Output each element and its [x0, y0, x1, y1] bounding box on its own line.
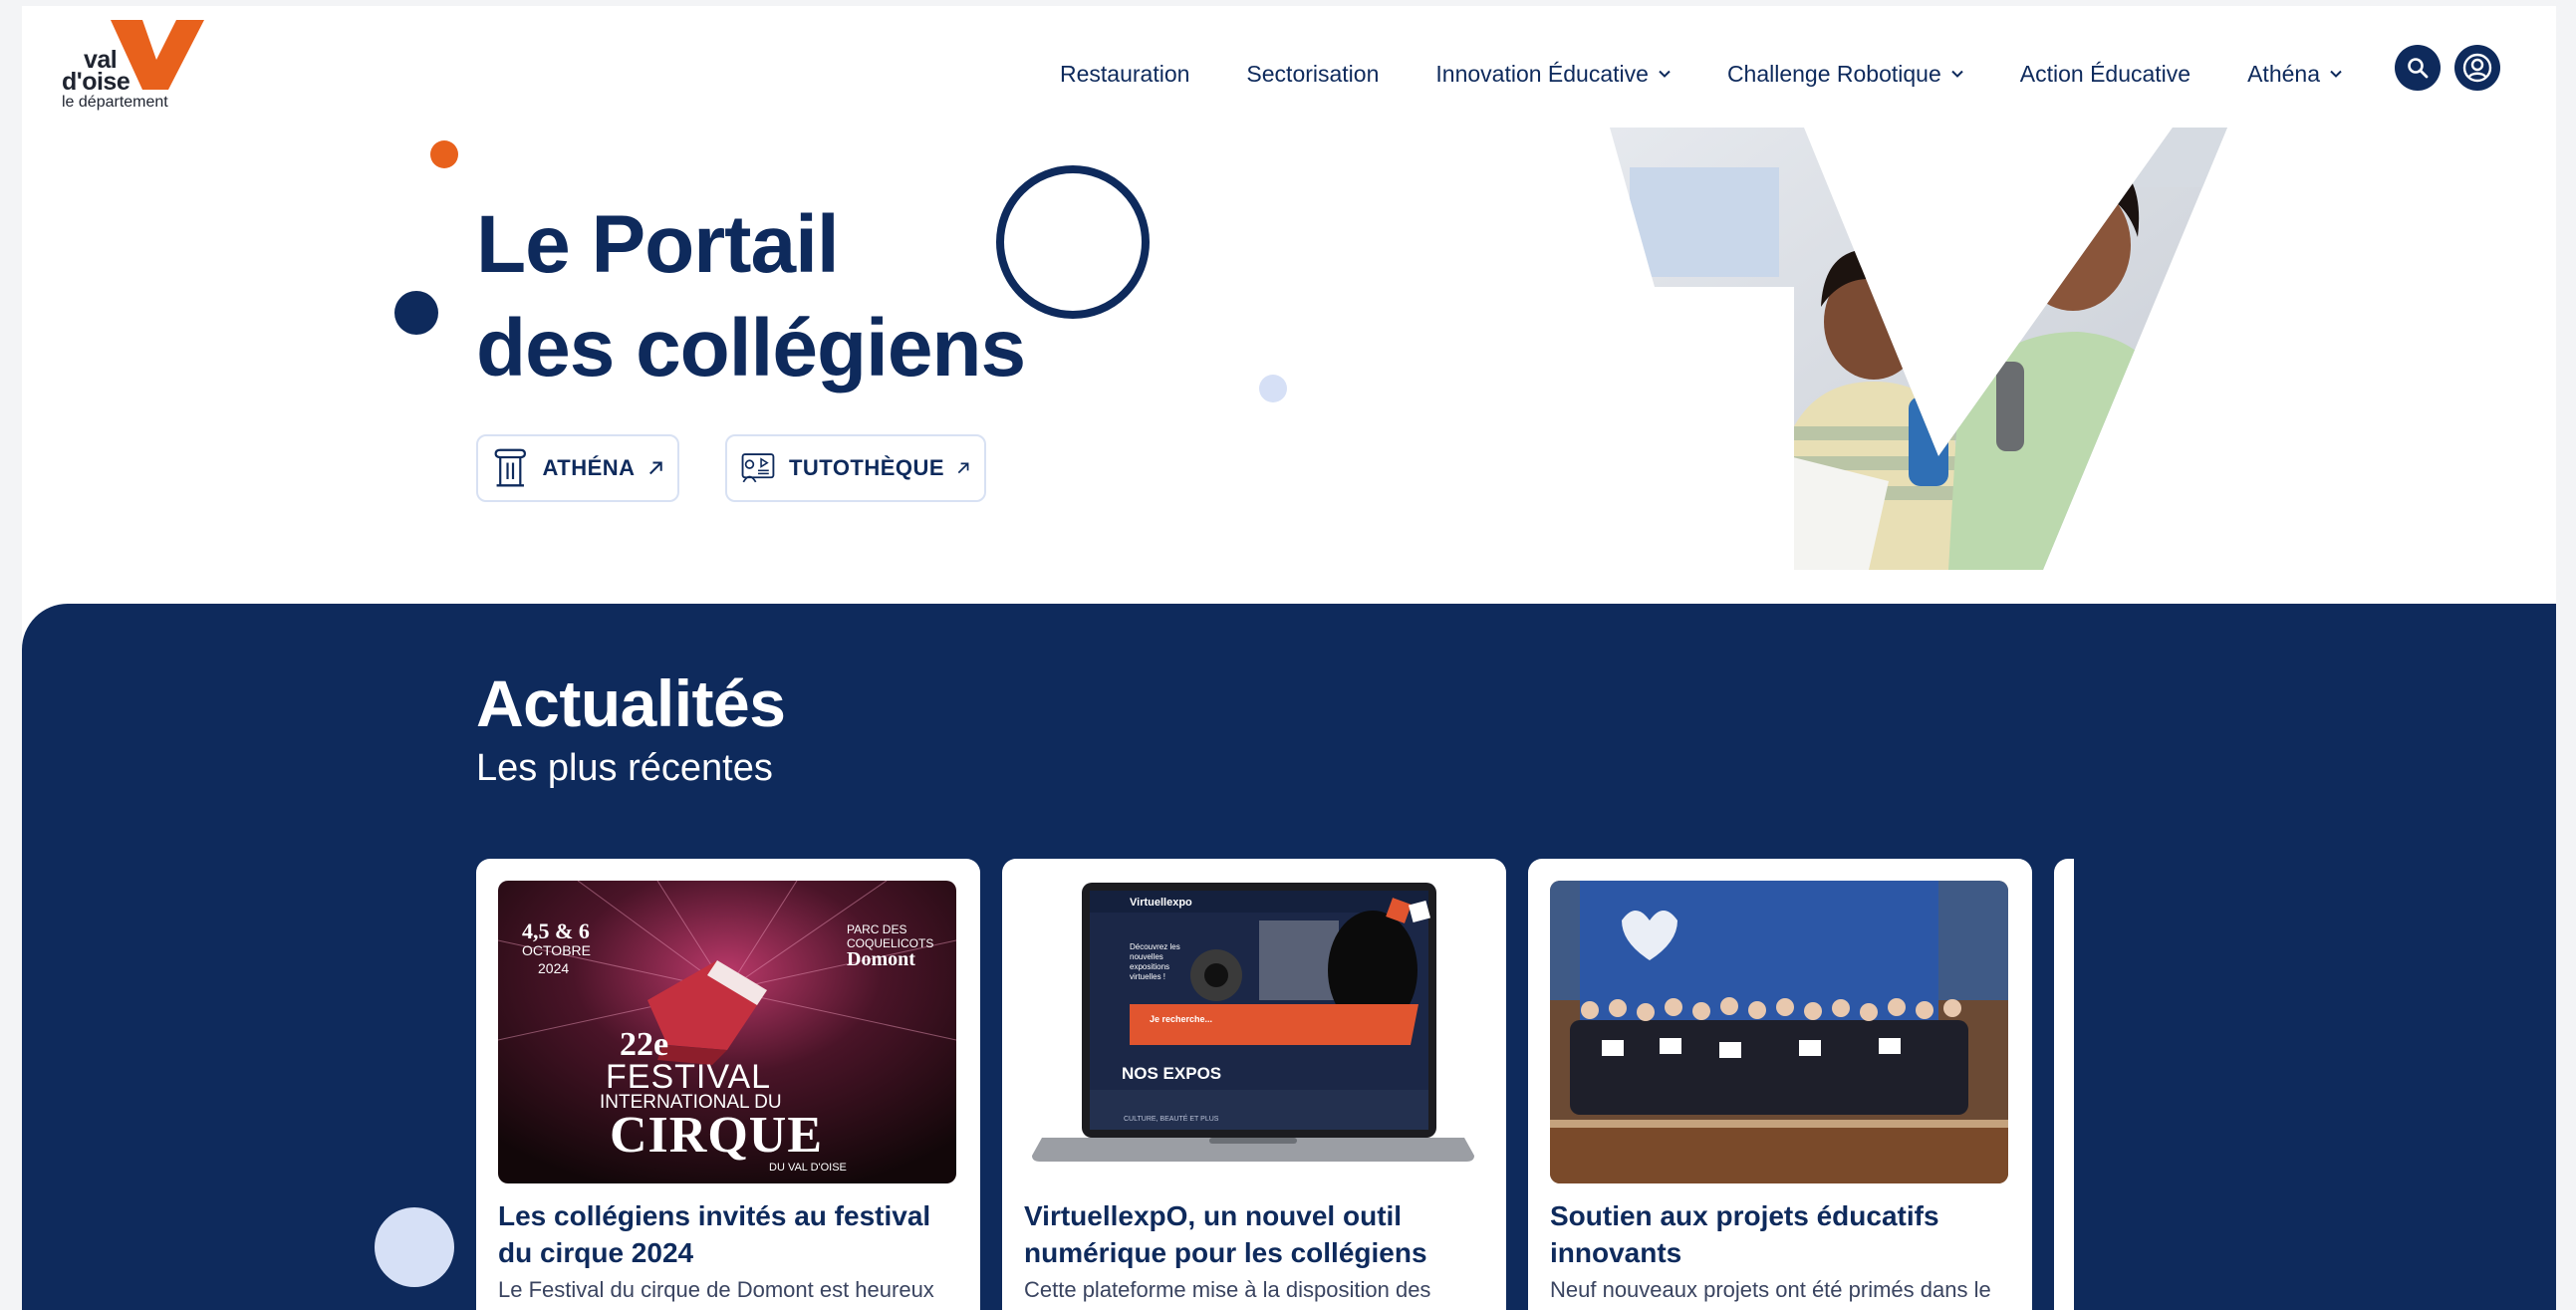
hero-title: Le Portail des collégiens — [476, 193, 1026, 400]
account-button[interactable] — [2454, 45, 2500, 91]
nav-item-label: Restauration — [1060, 60, 1190, 87]
search-button[interactable] — [2395, 45, 2441, 91]
chevron-down-icon — [1951, 70, 1963, 78]
nav-item-restauration[interactable]: Restauration — [1060, 61, 1189, 88]
tutotheque-button[interactable]: TUTOTHÈQUE — [725, 434, 986, 502]
site-logo[interactable]: val d'oise le département — [42, 14, 204, 111]
decorative-dot-light — [1259, 375, 1287, 402]
news-card-title[interactable]: Soutien aux projets éducatifs innovants — [1550, 1197, 2008, 1271]
news-card[interactable]: 4,5 & 6 OCTOBRE 2024 PARC DES COQUELICOT… — [476, 859, 980, 1310]
news-card-image: Virtuellexpo Découvrez les nouvelles exp… — [1024, 881, 1482, 1183]
news-card-title[interactable]: VirtuellexpO, un nouvel outil numérique … — [1024, 1197, 1482, 1271]
poster-line-d: DU VAL D'OISE — [769, 1162, 847, 1174]
poster-place-1: PARC DES — [847, 922, 907, 936]
news-card-excerpt: Le Festival du cirque de Domont est heur… — [498, 1277, 934, 1302]
arrow-up-right-icon — [648, 461, 662, 475]
athena-button-label: ATHÉNA — [542, 455, 636, 480]
decorative-dot-navy — [394, 291, 438, 335]
tutorial-icon — [741, 453, 775, 483]
tutotheque-button-label: TUTOTHÈQUE — [788, 455, 945, 480]
main-nav: Restauration Sectorisation Innovation Éd… — [1060, 56, 2342, 92]
nav-item-action-educative[interactable]: Action Éducative — [2020, 61, 2190, 88]
screen-footer: CULTURE, BEAUTÉ ET PLUS — [1124, 1116, 1219, 1123]
hero-title-line1: Le Portail — [476, 199, 840, 290]
news-card-title[interactable]: Les collégiens invités au festival du ci… — [498, 1197, 956, 1271]
nav-item-athena[interactable]: Athéna — [2247, 61, 2342, 88]
screen-tagline: Découvrez les nouvelles expositions virt… — [1130, 942, 1180, 981]
screen-search: Je recherche... — [1150, 1014, 1213, 1024]
nav-item-label: Innovation Éducative — [1435, 60, 1649, 87]
user-circle-icon — [2462, 53, 2492, 83]
nav-item-label: Sectorisation — [1246, 60, 1380, 87]
poster-month: OCTOBRE — [522, 942, 591, 958]
news-card-next-peek[interactable] — [2054, 859, 2074, 1310]
logo-text-departement: le département — [62, 94, 168, 111]
nav-item-innovation-educative[interactable]: Innovation Éducative — [1435, 61, 1671, 88]
decorative-dot-light — [375, 1207, 454, 1287]
news-card-image — [1550, 881, 2008, 1183]
nav-item-label: Athéna — [2247, 60, 2320, 87]
decorative-dot-orange — [430, 140, 458, 168]
poster-year: 2024 — [538, 960, 570, 976]
column-icon — [494, 448, 526, 487]
chevron-down-icon — [2330, 70, 2342, 78]
nav-item-challenge-robotique[interactable]: Challenge Robotique — [1727, 61, 1963, 88]
screen-section: NOS EXPOS — [1122, 1064, 1222, 1083]
poster-dates: 4,5 & 6 — [522, 918, 590, 943]
news-subtitle: Les plus récentes — [476, 747, 773, 789]
nav-item-label: Challenge Robotique — [1726, 60, 1941, 87]
athena-button[interactable]: ATHÉNA — [476, 434, 679, 502]
hero-students-photo — [1610, 128, 2227, 570]
logo-text-oise: d'oise — [62, 68, 130, 96]
nav-item-sectorisation[interactable]: Sectorisation — [1246, 61, 1379, 88]
news-card-excerpt: Neuf nouveaux projets ont été primés dan… — [1550, 1277, 1991, 1302]
news-card[interactable]: Virtuellexpo Découvrez les nouvelles exp… — [1002, 859, 1506, 1310]
news-card-excerpt: Cette plateforme mise à la disposition d… — [1024, 1277, 1431, 1302]
screen-brand: Virtuellexpo — [1130, 897, 1192, 909]
news-card[interactable]: Soutien aux projets éducatifs innovants … — [1528, 859, 2032, 1310]
poster-place-3: Domont — [847, 948, 915, 970]
poster-line-c: CIRQUE — [610, 1107, 824, 1164]
chevron-down-icon — [1659, 70, 1671, 78]
news-section: Actualités Les plus récentes 4,5 & 6 OCT… — [22, 604, 2556, 1310]
news-card-image: 4,5 & 6 OCTOBRE 2024 PARC DES COQUELICOT… — [498, 881, 956, 1183]
news-title: Actualités — [476, 666, 786, 740]
arrow-up-right-icon — [957, 462, 969, 474]
hero-title-line2: des collégiens — [476, 303, 1026, 393]
nav-item-label: Action Éducative — [2019, 60, 2191, 87]
page: val d'oise le département Restauration S… — [22, 6, 2556, 1310]
search-icon — [2408, 58, 2429, 79]
